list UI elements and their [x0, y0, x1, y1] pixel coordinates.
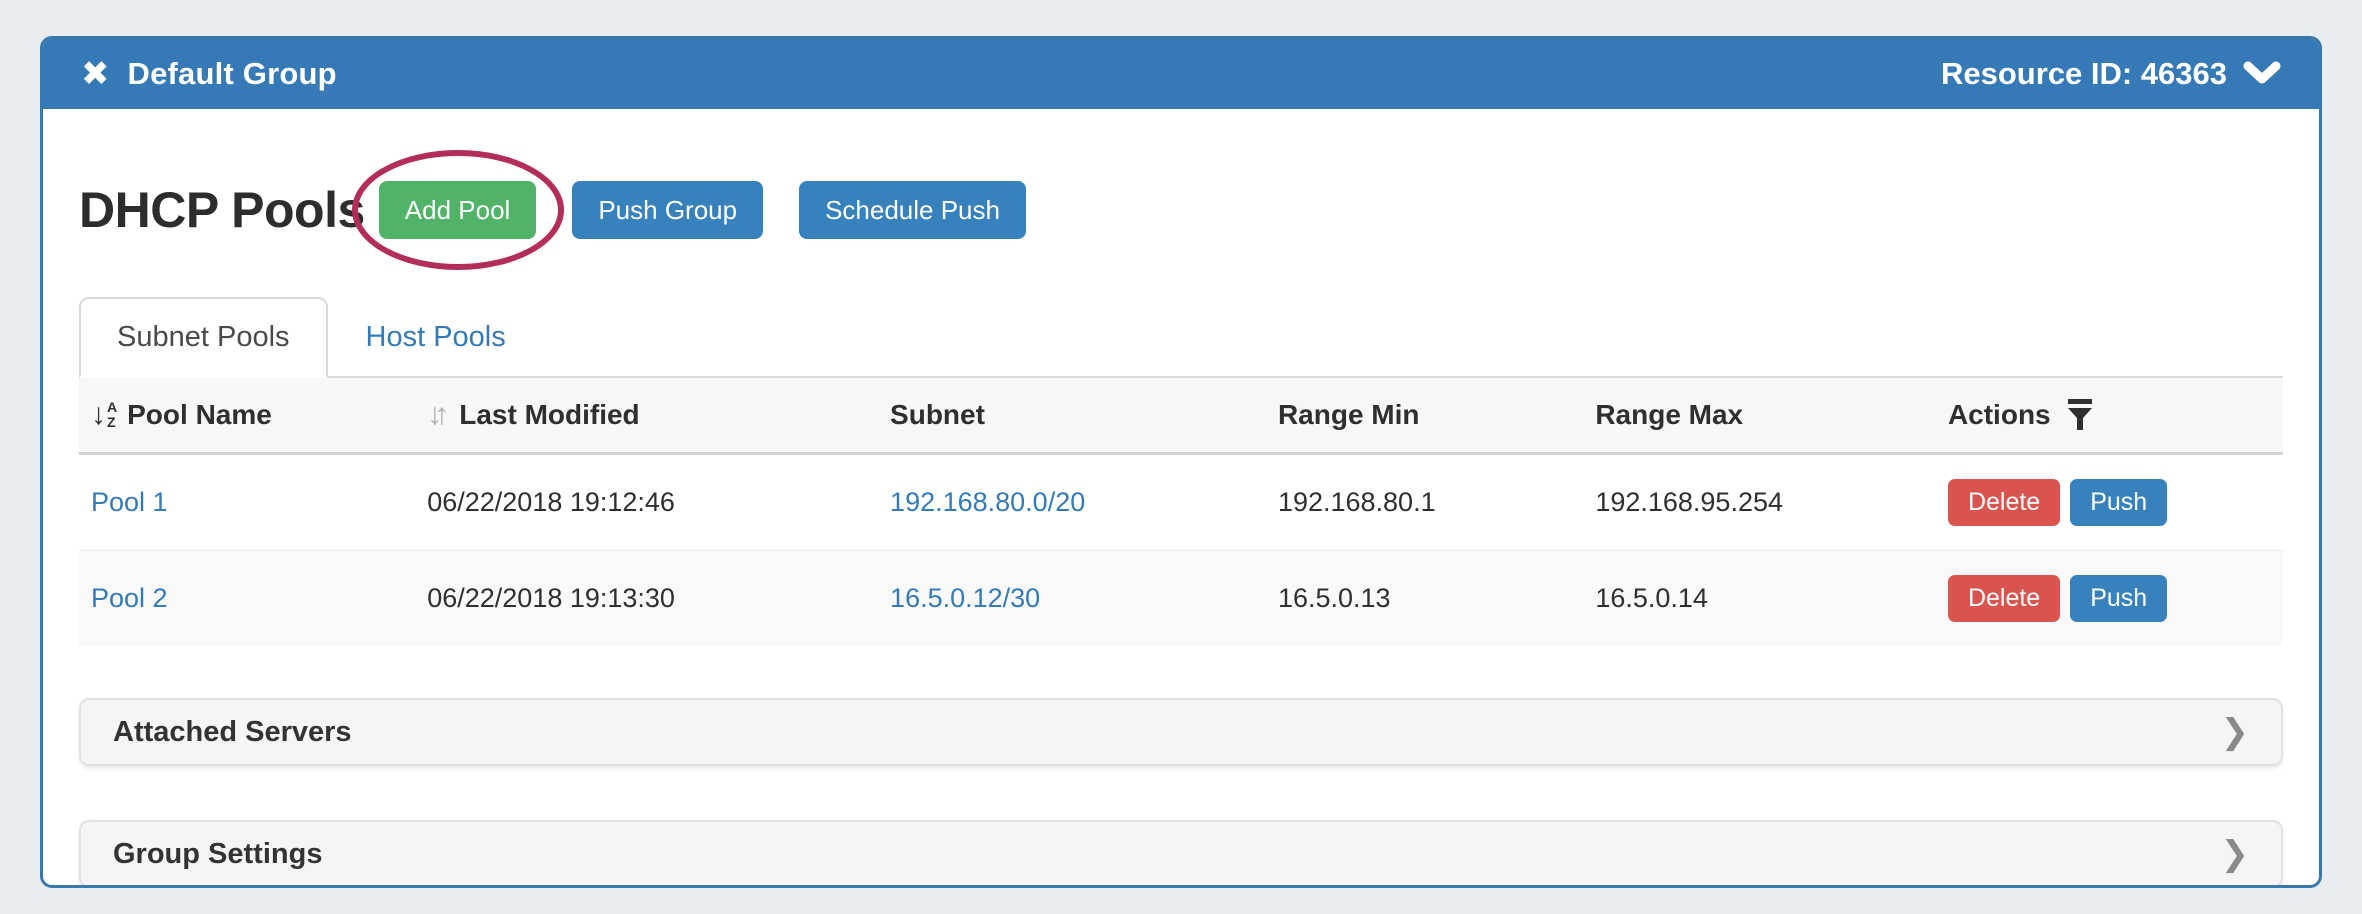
filter-icon[interactable]	[2067, 399, 2093, 431]
card-body: DHCP Pools Add Pool Push Group Schedule …	[43, 109, 2319, 888]
push-button[interactable]: Push	[2070, 479, 2167, 526]
add-pool-button[interactable]: Add Pool	[379, 181, 537, 239]
column-header-range-min[interactable]: Range Min	[1278, 378, 1595, 454]
tab-subnet-pools[interactable]: Subnet Pools	[79, 297, 328, 378]
pool-name-link[interactable]: Pool 2	[91, 583, 168, 613]
panel-label: Attached Servers	[113, 716, 352, 749]
pool-name-link[interactable]: Pool 1	[91, 487, 168, 517]
toolbar: DHCP Pools Add Pool Push Group Schedule …	[79, 155, 2283, 265]
subnet-link[interactable]: 192.168.80.0/20	[890, 487, 1085, 517]
push-button[interactable]: Push	[2070, 575, 2167, 622]
column-header-last-modified[interactable]: ↓↑ Last Modified	[427, 378, 890, 454]
column-header-subnet[interactable]: Subnet	[890, 378, 1278, 454]
table-header-row: ↓AZ Pool Name ↓↑ Last Modified Subnet Ra…	[79, 378, 2283, 454]
delete-button[interactable]: Delete	[1948, 575, 2060, 622]
last-modified-cell: 06/22/2018 19:13:30	[427, 551, 890, 647]
range-max-cell: 16.5.0.14	[1595, 551, 1948, 647]
range-max-cell: 192.168.95.254	[1595, 454, 1948, 551]
sort-updown-icon: ↓↑	[427, 400, 441, 430]
range-min-cell: 192.168.80.1	[1278, 454, 1595, 551]
schedule-push-button[interactable]: Schedule Push	[799, 181, 1026, 239]
table-row: Pool 1 06/22/2018 19:12:46 192.168.80.0/…	[79, 454, 2283, 551]
add-pool-wrap: Add Pool	[379, 181, 537, 239]
push-group-button[interactable]: Push Group	[572, 181, 763, 239]
panel-attached-servers[interactable]: Attached Servers ❯	[79, 698, 2283, 766]
column-header-actions: Actions	[1948, 378, 2283, 454]
panel-label: Group Settings	[113, 838, 322, 871]
sort-alpha-icon: ↓AZ	[91, 400, 117, 430]
resource-id-label: Resource ID: 46363	[1941, 56, 2227, 92]
column-header-pool-name[interactable]: ↓AZ Pool Name	[79, 378, 427, 454]
page-title: DHCP Pools	[79, 181, 365, 239]
panel-group-settings[interactable]: Group Settings ❯	[79, 820, 2283, 888]
pool-table-body: Pool 1 06/22/2018 19:12:46 192.168.80.0/…	[79, 454, 2283, 647]
column-header-range-max[interactable]: Range Max	[1595, 378, 1948, 454]
subnet-link[interactable]: 16.5.0.12/30	[890, 583, 1040, 613]
delete-button[interactable]: Delete	[1948, 479, 2060, 526]
chevron-right-icon: ❯	[2221, 837, 2250, 871]
group-card: ✖ Default Group Resource ID: 46363 DHCP …	[40, 36, 2322, 888]
group-header: ✖ Default Group Resource ID: 46363	[43, 39, 2319, 109]
tab-bar: Subnet Pools Host Pools	[79, 297, 2283, 378]
resource-id-dropdown[interactable]: Resource ID: 46363	[1941, 56, 2281, 92]
pools-table: ↓AZ Pool Name ↓↑ Last Modified Subnet Ra…	[79, 378, 2283, 646]
group-title: Default Group	[128, 56, 337, 92]
last-modified-cell: 06/22/2018 19:12:46	[427, 454, 890, 551]
tab-host-pools[interactable]: Host Pools	[328, 297, 544, 378]
table-row: Pool 2 06/22/2018 19:13:30 16.5.0.12/30 …	[79, 551, 2283, 647]
chevron-down-icon	[2243, 61, 2281, 87]
range-min-cell: 16.5.0.13	[1278, 551, 1595, 647]
close-icon[interactable]: ✖	[81, 57, 110, 91]
chevron-right-icon: ❯	[2221, 715, 2250, 749]
